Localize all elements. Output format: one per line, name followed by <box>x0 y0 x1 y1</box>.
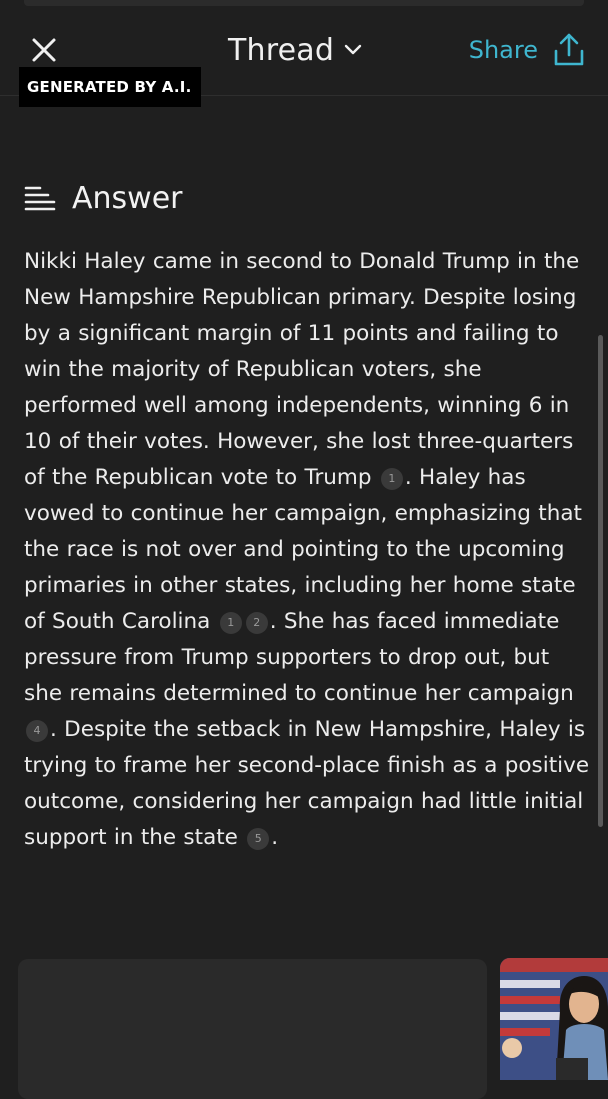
citation-badge[interactable]: 4 <box>26 720 48 742</box>
thread-title-dropdown[interactable]: Thread <box>228 28 362 72</box>
source-card[interactable] <box>18 959 487 1099</box>
answer-segment: . <box>271 825 279 850</box>
answer-text: Nikki Haley came in second to Donald Tru… <box>24 244 590 856</box>
citation-badge[interactable]: 5 <box>247 828 270 850</box>
close-icon <box>32 38 56 62</box>
speaker-thumbnail[interactable] <box>500 958 608 1080</box>
ai-generated-badge: GENERATED BY A.I. <box>19 67 202 107</box>
close-button[interactable] <box>26 32 62 68</box>
thread-title: Thread <box>228 32 335 68</box>
citation-badge[interactable]: 2 <box>245 612 268 634</box>
chevron-down-icon <box>344 44 362 55</box>
answer-title: Answer <box>72 180 183 216</box>
answer-segment: . Despite the setback in New Hampshire, … <box>24 717 590 850</box>
answer-lines-icon <box>24 186 56 211</box>
speaker-at-podium-photo <box>500 958 608 1080</box>
answer-segment: Nikki Haley came in second to Donald Tru… <box>24 249 580 490</box>
citation-badge[interactable]: 1 <box>380 468 403 490</box>
answer-heading: Answer <box>24 176 183 220</box>
share-button[interactable]: Share <box>469 28 584 72</box>
scrollbar[interactable] <box>598 335 603 827</box>
ai-generated-badge-text: GENERATED BY A.I. <box>27 78 192 96</box>
citation-badge[interactable]: 1 <box>219 612 242 634</box>
share-upload-icon <box>554 33 584 66</box>
share-label: Share <box>468 36 538 64</box>
